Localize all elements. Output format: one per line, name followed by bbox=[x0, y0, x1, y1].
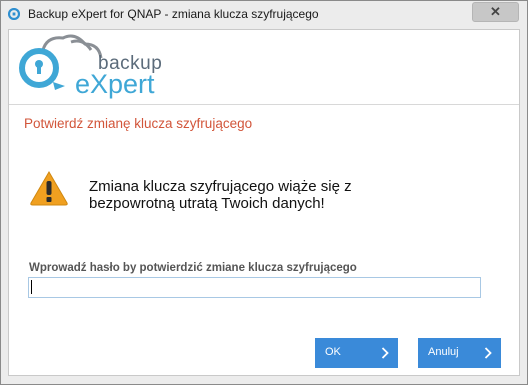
warning-triangle-icon bbox=[30, 171, 68, 206]
chevron-right-icon bbox=[484, 347, 492, 359]
chevron-right-icon bbox=[381, 347, 389, 359]
password-input[interactable] bbox=[28, 277, 481, 298]
ok-button-label: OK bbox=[325, 346, 341, 358]
window-title: Backup eXpert for QNAP - zmiana klucza s… bbox=[28, 7, 319, 21]
logo-text-expert: eXpert bbox=[75, 69, 155, 99]
title-bar[interactable]: Backup eXpert for QNAP - zmiana klucza s… bbox=[1, 1, 527, 28]
close-icon: ✕ bbox=[490, 4, 501, 19]
ok-button[interactable]: OK bbox=[315, 338, 398, 368]
cancel-button-label: Anuluj bbox=[428, 346, 459, 358]
logo: backup eXpert bbox=[9, 30, 519, 100]
divider bbox=[9, 104, 519, 105]
close-button[interactable]: ✕ bbox=[472, 2, 519, 22]
dialog-window: Backup eXpert for QNAP - zmiana klucza s… bbox=[0, 0, 528, 385]
app-icon bbox=[8, 8, 20, 20]
text-caret bbox=[31, 280, 32, 294]
cancel-button[interactable]: Anuluj bbox=[418, 338, 501, 368]
dialog-content: backup eXpert Potwierdź zmianę klucza sz… bbox=[8, 29, 520, 376]
password-label: Wprowadź hasło by potwierdzić zmiane klu… bbox=[29, 262, 357, 274]
dialog-heading: Potwierdź zmianę klucza szyfrującego bbox=[24, 116, 253, 131]
warning-text-line1: Zmiana klucza szyfrującego wiąże się z bbox=[89, 178, 352, 195]
warning-text-line2: bezpowrotną utratą Twoich danych! bbox=[89, 195, 325, 212]
